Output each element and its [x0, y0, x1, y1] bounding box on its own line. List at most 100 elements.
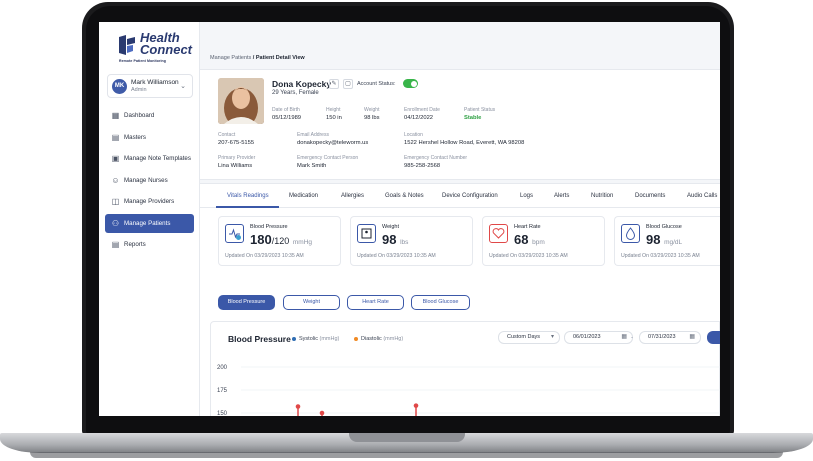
- sidebar-item-label: Manage Note Templates: [124, 155, 191, 162]
- vital-updated: Updated On 03/29/2023 10:35 AM: [357, 253, 436, 259]
- account-status-toggle[interactable]: [403, 79, 418, 88]
- enrollment-value: 04/12/2022: [404, 115, 434, 121]
- contact-label: Contact: [218, 132, 236, 138]
- tab-vitals-readings[interactable]: Vitals Readings: [227, 193, 269, 199]
- tab-device-configuration[interactable]: Device Configuration: [442, 193, 498, 199]
- weight-value: 98 lbs: [364, 115, 380, 121]
- dob-value: 05/12/1989: [272, 115, 302, 121]
- sidebar-item-dashboard[interactable]: ▦ Dashboard: [105, 106, 194, 125]
- filter-blood-pressure[interactable]: Blood Pressure: [218, 295, 275, 310]
- tab-audio-calls[interactable]: Audio Calls: [687, 193, 717, 199]
- sidebar-item-masters[interactable]: ▤ Masters: [105, 128, 194, 147]
- vital-card-heart-rate[interactable]: Heart Rate 68 bpm Updated On 03/29/2023 …: [482, 216, 605, 266]
- active-tab-indicator: [216, 206, 279, 208]
- vital-name: Weight: [382, 224, 400, 230]
- emergency-number-label: Emergency Contact Number: [404, 155, 468, 161]
- data-point[interactable]: [295, 404, 301, 409]
- vital-name: Blood Glucose: [646, 224, 682, 230]
- logo-mark-icon: [119, 35, 135, 55]
- filter-heart-rate[interactable]: Heart Rate: [347, 295, 404, 310]
- dob-label: Date of Birth: [272, 107, 300, 113]
- location-label: Location: [404, 132, 423, 138]
- grid-icon: ▦: [111, 111, 120, 120]
- tab-allergies[interactable]: Allergies: [341, 193, 364, 199]
- note-icon: ▣: [111, 154, 120, 163]
- tab-medication[interactable]: Medication: [289, 193, 318, 199]
- email-value: donakopecky@teleworm.us: [297, 140, 369, 146]
- filter-blood-glucose[interactable]: Blood Glucose: [411, 295, 470, 310]
- drop-icon: [621, 224, 640, 243]
- brand-logo[interactable]: Health Connect Remote Patient Monitoring: [117, 30, 197, 66]
- sidebar-item-label: Reports: [124, 241, 146, 248]
- chevron-down-icon: ⌄: [180, 83, 186, 90]
- patient-portrait-icon: [218, 78, 264, 124]
- patient-header-card: Dona Kopecky 29 Years, Female ✎ ▢ Accoun…: [200, 69, 720, 180]
- patient-detail-panel: Vitals Readings Medication Allergies Goa…: [200, 183, 720, 416]
- y-tick-label: 175: [217, 388, 228, 394]
- user-menu[interactable]: MK Mark Williamson Admin ⌄: [107, 74, 193, 98]
- enrollment-label: Enrollment Date: [404, 107, 440, 113]
- vital-value: 98 lbs: [382, 232, 409, 247]
- location-value: 1522 Hershel Hollow Road, Everett, WA 98…: [404, 140, 525, 146]
- y-tick-label: 200: [217, 365, 228, 371]
- heart-icon: [489, 224, 508, 243]
- sidebar-item-patients[interactable]: ⚇ Manage Patients: [105, 213, 194, 233]
- list-icon: ▤: [111, 132, 120, 142]
- provider-value: Lina Williams: [218, 163, 253, 169]
- sidebar-item-label: Dashboard: [124, 112, 155, 119]
- filter-weight[interactable]: Weight: [283, 295, 340, 310]
- vital-name: Heart Rate: [514, 224, 541, 230]
- sidebar-item-label: Manage Nurses: [124, 176, 168, 184]
- sidebar-item-providers[interactable]: ◫ Manage Providers: [105, 192, 194, 211]
- patient-meta: 29 Years, Female: [272, 90, 319, 96]
- tab-goals-notes[interactable]: Goals & Notes: [385, 193, 424, 199]
- user-name: Mark Williamson: [131, 79, 179, 86]
- height-label: Height: [326, 107, 341, 113]
- patient-photo: [218, 78, 264, 124]
- nurse-icon: ☺: [111, 175, 120, 185]
- scale-icon: [357, 224, 376, 243]
- tab-alerts[interactable]: Alerts: [554, 193, 569, 199]
- tab-documents[interactable]: Documents: [635, 193, 665, 199]
- breadcrumb: Manage Patients / Patient Detail View: [210, 55, 305, 61]
- emergency-person-label: Emergency Contact Person: [297, 155, 359, 161]
- sidebar-item-reports[interactable]: ▤ Reports: [105, 235, 194, 254]
- vital-updated: Updated On 03/29/2023 10:35 AM: [621, 253, 700, 259]
- main-content: Manage Patients / Patient Detail View Do…: [200, 22, 720, 416]
- vital-card-blood-glucose[interactable]: Blood Glucose 98 mg/dL Updated On 03/29/…: [614, 216, 720, 266]
- vital-value: 98 mg/dL: [646, 232, 683, 247]
- email-label: Email Address: [297, 132, 329, 138]
- app-screen: Health Connect Remote Patient Monitoring…: [99, 22, 720, 416]
- data-point[interactable]: [413, 403, 419, 408]
- briefcase-icon: ◫: [111, 197, 120, 206]
- tab-nutrition[interactable]: Nutrition: [591, 193, 613, 199]
- sidebar-item-label: Masters: [124, 133, 147, 141]
- emergency-person-value: Mark Smith: [297, 163, 327, 169]
- report-icon: ▤: [111, 240, 120, 249]
- laptop-mockup: Health Connect Remote Patient Monitoring…: [0, 0, 813, 461]
- weight-label: Weight: [364, 107, 380, 113]
- vital-card-blood-pressure[interactable]: Blood Pressure 180/120 mmHg Updated On 0…: [218, 216, 341, 266]
- users-icon: ⚇: [111, 218, 120, 228]
- patient-name: Dona Kopecky: [272, 79, 332, 89]
- blood-pressure-plot: 200175150125: [217, 365, 720, 416]
- user-role: Admin: [131, 87, 147, 93]
- sidebar-item-nurses[interactable]: ☺ Manage Nurses: [105, 171, 194, 190]
- sidebar-item-note-templates[interactable]: ▣ Manage Note Templates: [105, 149, 194, 168]
- brand-line-2: Connect: [140, 42, 192, 57]
- laptop-notch: [349, 433, 465, 442]
- vital-updated: Updated On 03/29/2023 10:35 AM: [489, 253, 568, 259]
- sidebar-item-label: Manage Patients: [124, 219, 171, 227]
- edit-icon[interactable]: ✎: [329, 79, 339, 89]
- vital-card-weight[interactable]: Weight 98 lbs Updated On 03/29/2023 10:3…: [350, 216, 473, 266]
- data-point[interactable]: [319, 410, 325, 416]
- delete-icon[interactable]: ▢: [343, 79, 353, 89]
- breadcrumb-parent[interactable]: Manage Patients: [210, 55, 251, 61]
- avatar: MK: [112, 79, 127, 94]
- tab-logs[interactable]: Logs: [520, 193, 533, 199]
- vital-value: 68 bpm: [514, 232, 545, 247]
- sidebar-nav: ▦ Dashboard ▤ Masters ▣ Manage Note Temp…: [105, 106, 194, 257]
- patient-status-label: Patient Status: [464, 107, 496, 113]
- vital-updated: Updated On 03/29/2023 10:35 AM: [225, 253, 304, 259]
- account-status-label: Account Status:: [357, 81, 396, 87]
